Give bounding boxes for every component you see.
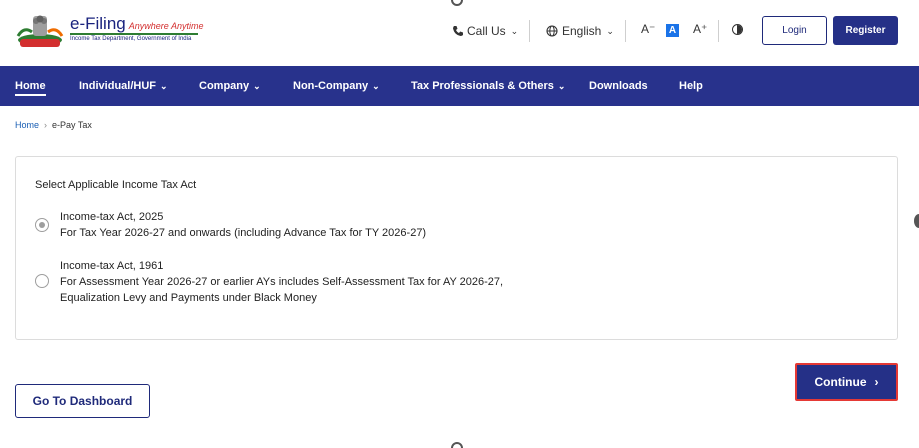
nav-item-label: Non-Company — [293, 80, 369, 92]
main-nav: Home Individual/HUF ⌄ Company ⌄ Non-Compan… — [0, 66, 919, 106]
nav-item-help[interactable]: Help — [679, 66, 703, 106]
call-us-menu[interactable]: Call Us ⌄ — [452, 17, 518, 45]
chevron-right-icon: › — [874, 375, 879, 389]
act-selection-card: Select Applicable Income Tax Act Income-… — [15, 156, 898, 340]
brand-subtitle: Income Tax Department, Government of Ind… — [70, 36, 192, 42]
globe-icon — [546, 25, 558, 37]
option-label: Income-tax Act, 2025 — [60, 211, 164, 223]
breadcrumb-home-link[interactable]: Home — [15, 120, 39, 130]
nav-item-downloads[interactable]: Downloads — [589, 66, 648, 106]
nav-item-company[interactable]: Company ⌄ — [199, 66, 261, 106]
loader-icon — [451, 442, 463, 448]
option-label: Income-tax Act, 1961 — [60, 260, 164, 272]
card-title: Select Applicable Income Tax Act — [35, 179, 197, 191]
breadcrumb-current: e-Pay Tax — [52, 120, 92, 130]
efiling-logo[interactable]: e-Filing Anywhere Anytime Income Tax Depa… — [14, 12, 204, 52]
nav-item-label: Help — [679, 80, 703, 92]
chevron-down-icon: ⌄ — [510, 25, 519, 36]
continue-label: Continue — [814, 375, 867, 389]
scroll-indicator-icon — [914, 214, 919, 228]
phone-icon — [453, 26, 463, 36]
nav-item-label: Company — [199, 80, 250, 92]
font-normal-button[interactable]: A — [666, 24, 679, 37]
login-button[interactable]: Login — [762, 16, 827, 45]
divider — [529, 20, 530, 42]
contrast-icon[interactable] — [732, 24, 743, 35]
register-button[interactable]: Register — [833, 16, 898, 45]
option-description: For Tax Year 2026-27 and onwards (includ… — [60, 227, 427, 239]
option-description: For Assessment Year 2026-27 or earlier A… — [60, 276, 504, 288]
language-select[interactable]: English ⌄ — [546, 17, 614, 45]
chevron-right-icon: › — [44, 120, 48, 130]
emblem-icon — [16, 15, 64, 47]
breadcrumb: Home › e-Pay Tax — [15, 120, 92, 130]
option-description-line2: Equalization Levy and Payments under Bla… — [60, 292, 317, 304]
chevron-down-icon: ⌄ — [372, 81, 380, 91]
option-text: Income-tax Act, 2025 For Tax Year 2026-2… — [60, 209, 426, 241]
go-to-dashboard-button[interactable]: Go To Dashboard — [15, 384, 150, 418]
chevron-down-icon: ⌄ — [253, 81, 261, 91]
brand-divider — [70, 33, 198, 35]
continue-button[interactable]: Continue › — [795, 363, 898, 401]
call-us-label: Call Us — [467, 24, 506, 38]
chevron-down-icon: ⌄ — [160, 81, 168, 91]
language-label: English — [562, 24, 602, 38]
nav-item-tax-professionals[interactable]: Tax Professionals & Others ⌄ — [411, 66, 565, 106]
radio-button[interactable] — [35, 274, 49, 288]
nav-item-label: Home — [15, 80, 46, 92]
nav-item-label: Tax Professionals & Others — [411, 80, 554, 92]
site-header: e-Filing Anywhere Anytime Income Tax Depa… — [0, 0, 919, 66]
divider — [718, 20, 719, 42]
brand-title: e-Filing — [70, 14, 126, 33]
nav-item-label: Downloads — [589, 80, 648, 92]
brand-tagline: Anywhere Anytime — [128, 21, 204, 31]
option-text: Income-tax Act, 1961 For Assessment Year… — [60, 258, 503, 306]
font-decrease-button[interactable]: A⁻ — [641, 22, 655, 36]
nav-item-individual-huf[interactable]: Individual/HUF ⌄ — [79, 66, 168, 106]
radio-button[interactable] — [35, 218, 49, 232]
chevron-down-icon: ⌄ — [557, 81, 566, 91]
divider — [625, 20, 626, 42]
chevron-down-icon: ⌄ — [606, 25, 614, 36]
nav-item-home[interactable]: Home — [15, 66, 46, 106]
font-increase-button[interactable]: A⁺ — [693, 22, 707, 36]
nav-item-non-company[interactable]: Non-Company ⌄ — [293, 66, 380, 106]
brand-name: e-Filing Anywhere Anytime — [70, 14, 203, 34]
nav-item-label: Individual/HUF — [79, 80, 156, 92]
